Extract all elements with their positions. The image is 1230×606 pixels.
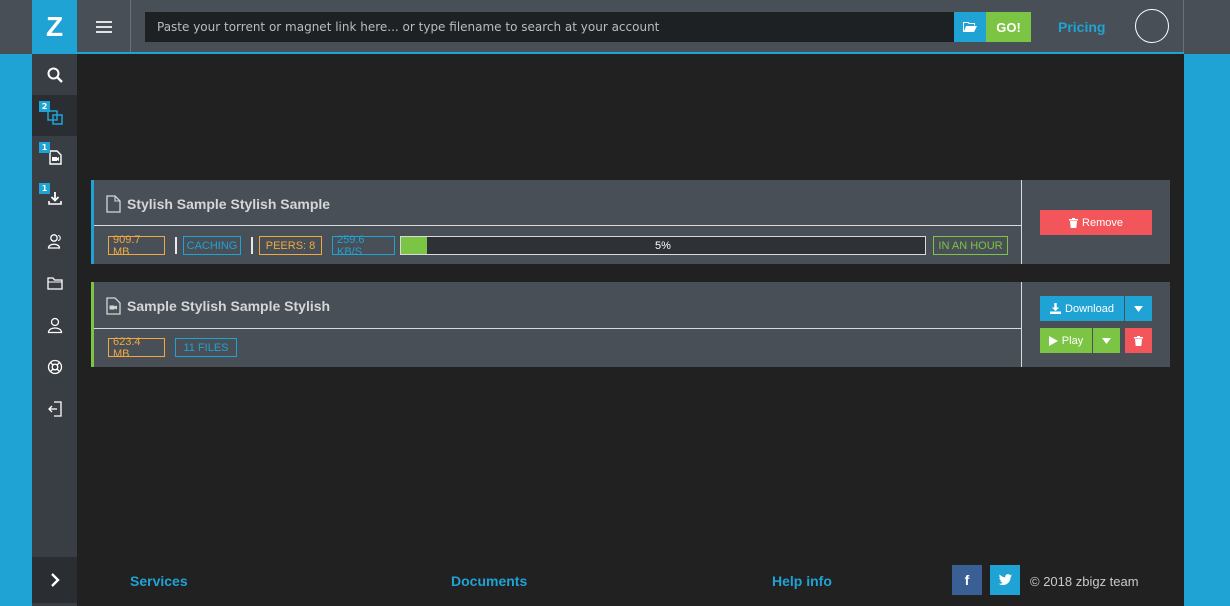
size-tag: 623.4 MB	[108, 336, 165, 360]
card-divider	[94, 328, 1021, 329]
sidebar-item-active-torrents[interactable]: 2	[32, 95, 77, 136]
play-icon	[1048, 335, 1058, 346]
footer-link-services[interactable]: Services	[130, 573, 188, 589]
card-action-divider	[1021, 180, 1022, 264]
topbar-accent-line	[76, 52, 1184, 54]
remove-label: Remove	[1082, 216, 1123, 229]
open-folder-button[interactable]	[954, 12, 986, 42]
download-button[interactable]: Download	[1040, 296, 1124, 321]
menu-button[interactable]	[77, 0, 131, 54]
torrent-card: Sample Stylish Sample Stylish 623.4 MB 1…	[91, 282, 1170, 367]
sidebar-item-shared[interactable]	[32, 220, 77, 261]
files-tag[interactable]: 11 FILES	[175, 338, 237, 357]
sidebar-item-account[interactable]	[32, 304, 77, 345]
download-icon	[1050, 303, 1062, 314]
go-button[interactable]: GO!	[986, 12, 1031, 42]
copyright-text: © 2018 zbigz team	[1030, 574, 1139, 589]
folder-open-icon	[963, 21, 977, 32]
avatar[interactable]	[1135, 9, 1169, 43]
sidebar-item-support[interactable]	[32, 346, 77, 387]
delete-button[interactable]	[1125, 328, 1152, 353]
play-label: Play	[1061, 334, 1084, 347]
download-options-button[interactable]	[1125, 296, 1152, 321]
status-badge: CACHING	[183, 236, 241, 255]
tag-separator	[175, 237, 177, 254]
sidebar-badge: 1	[39, 183, 50, 194]
trash-icon	[1069, 217, 1079, 228]
logo[interactable]: Z	[32, 0, 77, 54]
sidebar: 2 1 1	[32, 54, 77, 606]
caret-down-icon	[1134, 305, 1143, 312]
chevron-right-icon	[50, 573, 60, 587]
torrent-card: Stylish Sample Stylish Sample 909.7 MB C…	[91, 180, 1170, 264]
trash-icon	[1134, 335, 1143, 346]
sidebar-expand-button[interactable]	[32, 557, 77, 603]
search-input[interactable]	[145, 12, 955, 42]
sidebar-item-downloads[interactable]: 1	[32, 177, 77, 218]
card-divider	[94, 225, 1021, 226]
folder-icon	[46, 276, 63, 290]
torrent-title[interactable]: Stylish Sample Stylish Sample	[127, 196, 330, 212]
play-options-button[interactable]	[1093, 328, 1120, 353]
topbar-divider	[1183, 0, 1184, 54]
app-window: Z GO! Pricing 2	[0, 0, 1230, 606]
user-group-icon	[47, 233, 61, 249]
file-icon	[106, 195, 121, 213]
facebook-icon: f	[964, 572, 970, 588]
sidebar-badge: 1	[39, 142, 50, 153]
logout-icon	[47, 400, 62, 417]
right-accent-stripe	[1184, 54, 1230, 606]
sidebar-item-video[interactable]: 1	[32, 136, 77, 177]
hamburger-icon	[95, 21, 112, 33]
pricing-link[interactable]: Pricing	[1058, 19, 1105, 35]
facebook-button[interactable]: f	[952, 565, 982, 595]
sidebar-item-files[interactable]	[32, 262, 77, 303]
sidebar-item-search[interactable]	[32, 54, 77, 95]
video-file-icon	[106, 297, 121, 315]
torrent-title-row: Sample Stylish Sample Stylish	[106, 294, 330, 318]
eta-tag: IN AN HOUR	[933, 236, 1008, 255]
footer-link-documents[interactable]: Documents	[451, 573, 527, 589]
sidebar-item-logout[interactable]	[32, 388, 77, 429]
torrent-title-row: Stylish Sample Stylish Sample	[106, 192, 330, 216]
progress-label: 5%	[655, 239, 671, 252]
sidebar-badge: 2	[39, 101, 50, 112]
card-action-divider	[1021, 282, 1022, 367]
twitter-icon	[998, 574, 1012, 585]
footer-link-help[interactable]: Help info	[772, 573, 832, 589]
top-bar: Z GO! Pricing	[0, 0, 1230, 54]
lifebuoy-icon	[47, 359, 62, 374]
size-tag: 909.7 MB	[108, 234, 165, 258]
progress-bar: 5%	[400, 236, 926, 255]
left-accent-stripe	[0, 54, 32, 606]
speed-tag: 259.6 KB/S	[332, 234, 395, 258]
caret-down-icon	[1102, 337, 1111, 344]
play-button[interactable]: Play	[1040, 328, 1092, 353]
download-label: Download	[1065, 302, 1114, 315]
remove-button[interactable]: Remove	[1040, 210, 1152, 235]
tag-separator	[251, 237, 253, 254]
twitter-button[interactable]	[990, 565, 1020, 595]
search-icon	[47, 67, 63, 83]
user-icon	[47, 317, 62, 333]
peers-tag: PEERS: 8	[259, 236, 322, 255]
torrent-title[interactable]: Sample Stylish Sample Stylish	[127, 298, 330, 314]
